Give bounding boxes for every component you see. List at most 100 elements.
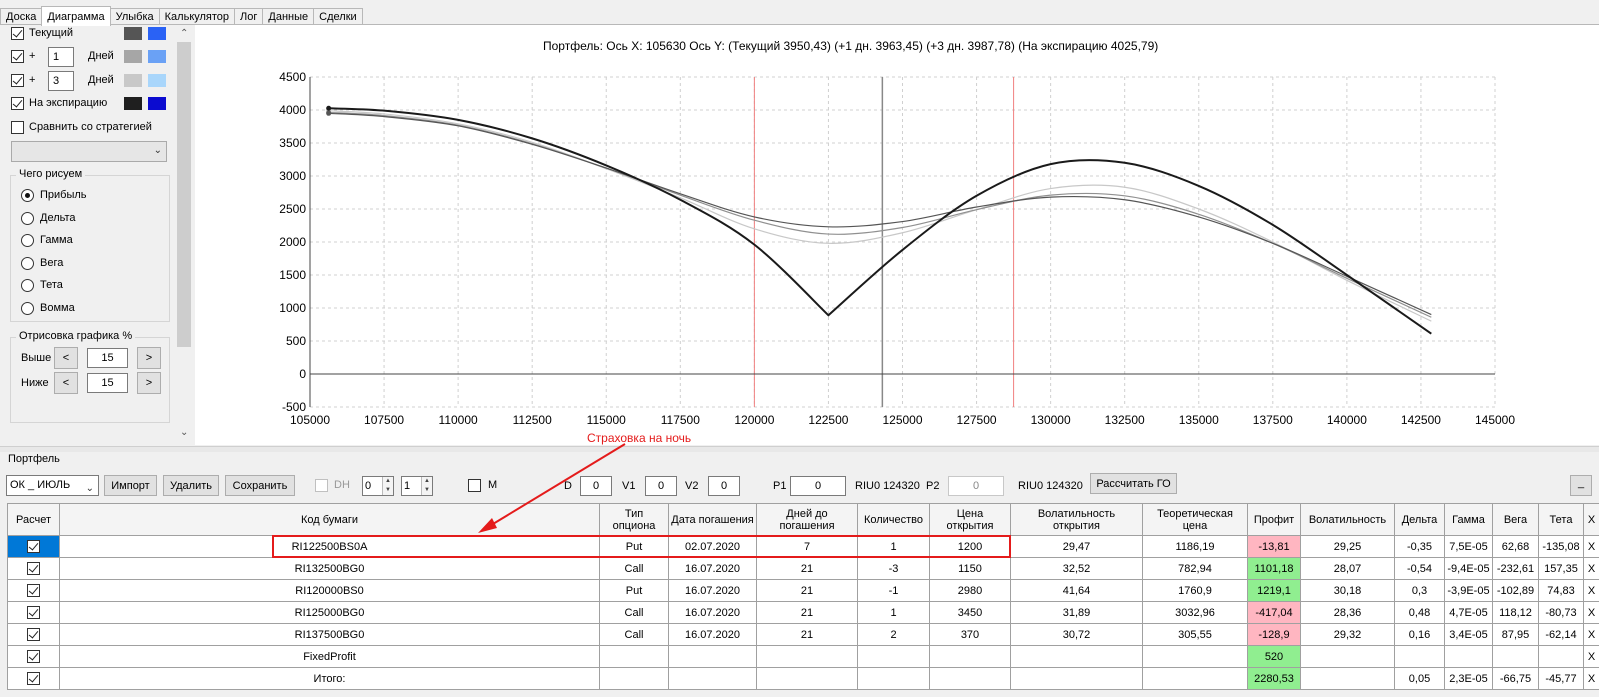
spin-arrows-icon[interactable]: ▲ ▼ [421,477,432,495]
draw-option-radio-2[interactable] [21,234,34,247]
column-header-0[interactable]: Расчет [7,503,60,536]
save-button[interactable]: Сохранить [225,475,295,496]
tab-1[interactable]: Диаграмма [41,6,111,26]
spin-arrows-icon[interactable]: ▲ ▼ [382,477,393,495]
above-value-input[interactable]: 15 [87,348,128,368]
calc-cell[interactable] [7,579,60,602]
column-header-6[interactable]: Цена открытия [929,503,1011,536]
p2-input[interactable]: 0 [948,476,1004,496]
column-header-9[interactable]: Профит [1247,503,1301,536]
current-alt-color-swatch[interactable] [148,27,166,40]
plus3-alt-color-swatch[interactable] [148,74,166,87]
below-increase-button[interactable]: > [137,372,161,394]
calc-checkbox[interactable] [27,606,40,619]
column-header-13[interactable]: Вега [1492,503,1539,536]
table-cell: 16.07.2020 [668,601,757,624]
current-color-swatch[interactable] [124,27,142,40]
delete-row-button[interactable]: X [1583,535,1599,558]
table-row[interactable]: RI137500BG0 Call 16.07.2020 21 2 370 30,72 305,… [7,623,1599,646]
calc-checkbox[interactable] [27,650,40,663]
below-value-input[interactable]: 15 [87,373,128,393]
column-header-15[interactable]: X [1583,503,1599,536]
table-cell: FixedProfit [59,645,600,668]
table-cell: 157,35 [1538,557,1584,580]
calc-checkbox[interactable] [27,540,40,553]
plus1-checkbox[interactable] [11,50,24,63]
plus3-color-swatch[interactable] [124,74,142,87]
p1-input[interactable]: 0 [790,476,846,496]
settings-scroll-thumb[interactable] [177,42,191,347]
delete-row-button[interactable]: X [1583,557,1599,580]
table-cell: 3450 [929,601,1011,624]
profit-chart[interactable]: 105000 107500 110000 112500 115000 117500 1200… [195,60,1595,440]
draw-option-radio-4[interactable] [21,279,34,292]
expiration-color-swatch[interactable] [124,97,142,110]
plus1-color-swatch[interactable] [124,50,142,63]
calc-checkbox[interactable] [27,584,40,597]
draw-option-radio-5[interactable] [21,301,34,315]
dh-checkbox[interactable] [315,479,328,492]
column-header-14[interactable]: Тета [1538,503,1584,536]
strategy-select[interactable]: ОК _ ИЮЛЬ ⌄ [6,475,99,496]
plus3-checkbox[interactable] [11,74,24,87]
scroll-down-icon[interactable]: ⌄ [180,427,188,438]
draw-group-title: Чего рисуем [16,168,86,180]
panel-splitter[interactable] [0,446,1599,452]
column-header-5[interactable]: Количество [857,503,930,536]
calc-cell[interactable] [7,623,60,646]
table-row[interactable]: RI125000BG0 Call 16.07.2020 21 1 3450 31,89 303… [7,601,1599,624]
current-checkbox[interactable] [11,27,24,40]
delete-row-button[interactable]: X [1583,579,1599,602]
delete-button[interactable]: Удалить [163,475,219,496]
draw-option-radio-1[interactable] [21,211,34,225]
column-header-10[interactable]: Волатильность [1300,503,1395,536]
table-cell: 1760,9 [1142,579,1248,602]
plus3-days-input[interactable]: 3 [48,71,74,91]
above-decrease-button[interactable]: < [54,347,78,369]
table-row[interactable]: Итого: 2280,53 0,05 2,3E-05 -66,75 -45,77 X [7,667,1599,690]
delete-row-button[interactable]: X [1583,667,1599,690]
plus1-alt-color-swatch[interactable] [148,50,166,63]
calc-checkbox[interactable] [27,562,40,575]
import-button[interactable]: Импорт [104,475,157,496]
dh-spinner-2[interactable]: 1 ▲ ▼ [401,476,433,496]
dh-spinner-1[interactable]: 0 ▲ ▼ [362,476,394,496]
table-cell: 28,36 [1300,601,1395,624]
below-decrease-button[interactable]: < [54,372,78,394]
chevron-down-icon: ⌄ [85,483,94,494]
column-header-11[interactable]: Дельта [1394,503,1445,536]
expiration-alt-color-swatch[interactable] [148,97,166,110]
v2-input[interactable]: 0 [708,476,740,496]
column-header-12[interactable]: Гамма [1444,503,1493,536]
delete-row-button[interactable]: X [1583,623,1599,646]
strategy-compare-select[interactable]: ⌄ [11,141,167,162]
x-tick-labels: 105000 107500 110000 112500 115000 117500 1200… [290,413,1515,427]
column-header-3[interactable]: Дата погашения [668,503,757,536]
calc-cell[interactable] [7,645,60,668]
column-header-7[interactable]: Волатильность открытия [1010,503,1143,536]
draw-option-radio-3[interactable] [21,256,34,270]
column-header-4[interactable]: Дней до погашения [756,503,858,536]
table-cell: 30,72 [1010,623,1143,646]
plus1-days-input[interactable]: 1 [48,47,74,67]
calc-cell[interactable] [7,557,60,580]
above-increase-button[interactable]: > [137,347,161,369]
draw-option-radio-0[interactable] [21,189,34,202]
table-row[interactable]: FixedProfit 520 X [7,645,1599,668]
table-cell: 62,68 [1492,535,1539,558]
column-header-8[interactable]: Теоретическая цена [1142,503,1248,536]
calc-cell[interactable] [7,667,60,690]
scroll-up-icon[interactable]: ⌃ [180,28,188,39]
compare-checkbox[interactable] [11,121,24,134]
minimize-button[interactable]: _ [1570,475,1592,496]
table-row[interactable]: RI120000BS0 Put 16.07.2020 21 -1 2980 41,64 176… [7,579,1599,602]
delete-row-button[interactable]: X [1583,601,1599,624]
calc-checkbox[interactable] [27,628,40,641]
calc-cell[interactable] [7,601,60,624]
expiration-checkbox[interactable] [11,97,24,110]
calc-checkbox[interactable] [27,672,40,685]
calculate-go-button[interactable]: Рассчитать ГО [1090,473,1177,494]
table-row[interactable]: RI132500BG0 Call 16.07.2020 21 -3 1150 32,52 78… [7,557,1599,580]
delete-row-button[interactable]: X [1583,645,1599,668]
calc-cell[interactable] [7,535,60,558]
